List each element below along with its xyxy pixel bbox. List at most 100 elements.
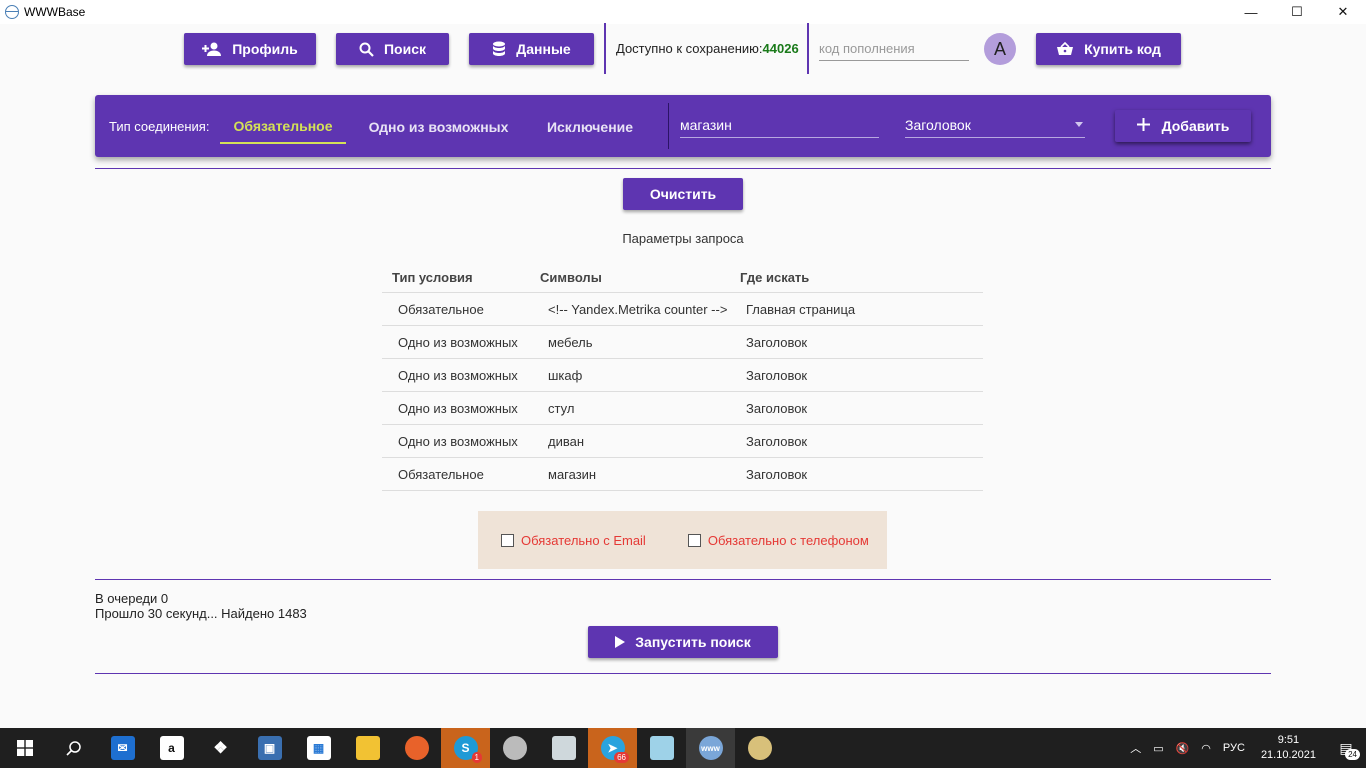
- search-label: Поиск: [383, 41, 426, 57]
- taskbar-telegram[interactable]: ➤ 66: [588, 728, 637, 768]
- cell-condition-type: Одно из возможных: [398, 433, 518, 449]
- saves-label: Доступно к сохранению:: [616, 41, 763, 56]
- cell-symbols: мебель: [548, 334, 593, 350]
- close-button[interactable]: ✕: [1320, 0, 1366, 24]
- cell-symbols: шкаф: [548, 367, 583, 383]
- bar-divider: [668, 103, 669, 149]
- cell-symbols: <!-- Yandex.Metrika counter -->: [548, 301, 728, 317]
- battery-icon[interactable]: ▭: [1147, 742, 1169, 755]
- col-where: Где искать: [740, 269, 810, 285]
- cell-where: Заголовок: [746, 334, 808, 350]
- taskbar-search[interactable]: [49, 728, 98, 768]
- clock-date: 21.10.2021: [1260, 749, 1316, 761]
- table-row[interactable]: Одно из возможных диван Заголовок: [382, 425, 983, 458]
- profile-button[interactable]: Профиль: [184, 33, 316, 65]
- table-row[interactable]: Одно из возможных мебель Заголовок: [382, 326, 983, 359]
- divider-line: [95, 579, 1271, 580]
- taskbar-notes[interactable]: [637, 728, 686, 768]
- taskbar-explorer[interactable]: [343, 728, 392, 768]
- minimize-button[interactable]: —: [1228, 0, 1274, 24]
- table-row[interactable]: Обязательное магазин Заголовок: [382, 458, 983, 491]
- notification-center[interactable]: ▤ 24: [1326, 728, 1366, 768]
- taskbar-mail[interactable]: ✉: [98, 728, 147, 768]
- skype-badge: 1: [471, 752, 482, 763]
- taskbar-skype[interactable]: S 1: [441, 728, 490, 768]
- app-globe-icon: [5, 5, 19, 19]
- computer-icon: ▣: [257, 736, 282, 760]
- require-phone-checkbox[interactable]: Обязательно с телефоном: [687, 532, 869, 548]
- table-header: Тип условия Символы Где искать: [382, 262, 983, 293]
- input-language[interactable]: РУС: [1217, 742, 1251, 754]
- taskbar-amazon[interactable]: a: [147, 728, 196, 768]
- avatar[interactable]: A: [984, 33, 1016, 65]
- tab-exclusion[interactable]: Исключение: [537, 110, 643, 144]
- globe-icon: www: [698, 736, 723, 760]
- taskbar-monitor[interactable]: [539, 728, 588, 768]
- telegram-badge: 66: [614, 752, 629, 763]
- checkbox-box[interactable]: [501, 533, 514, 547]
- add-condition-button[interactable]: Добавить: [1115, 110, 1251, 142]
- windows-logo-icon: [16, 740, 33, 756]
- tab-one-of[interactable]: Одно из возможных: [361, 110, 516, 144]
- cell-condition-type: Одно из возможных: [398, 400, 518, 416]
- toolbar-divider: [807, 23, 809, 74]
- taskbar-pc[interactable]: ▣: [245, 728, 294, 768]
- topup-code-input[interactable]: [819, 36, 969, 61]
- amazon-icon: a: [159, 736, 184, 760]
- cell-where: Заголовок: [746, 367, 808, 383]
- col-condition-type: Тип условия: [392, 269, 473, 285]
- toolbar-divider: [604, 23, 606, 74]
- cell-condition-type: Одно из возможных: [398, 367, 518, 383]
- connection-type-label: Тип соединения:: [109, 119, 210, 134]
- table-row[interactable]: Обязательное <!-- Yandex.Metrika counter…: [382, 293, 983, 326]
- cell-condition-type: Одно из возможных: [398, 334, 518, 350]
- require-email-checkbox[interactable]: Обязательно с Email: [501, 533, 646, 548]
- chevron-up-icon[interactable]: ︿: [1124, 740, 1147, 756]
- table-row[interactable]: Одно из возможных стул Заголовок: [382, 392, 983, 425]
- cell-symbols: стул: [548, 400, 575, 416]
- monitor-icon: [551, 736, 576, 760]
- profile-label: Профиль: [232, 41, 298, 57]
- database-icon: [492, 41, 506, 57]
- taskbar-firefox[interactable]: [392, 728, 441, 768]
- tab-required[interactable]: Обязательное: [220, 110, 346, 144]
- taskbar-store[interactable]: ▦: [294, 728, 343, 768]
- where-select[interactable]: Заголовок: [905, 112, 1085, 138]
- data-button[interactable]: Данные: [469, 33, 594, 65]
- require-email-label: Обязательно с Email: [521, 532, 646, 548]
- dropdown-caret-icon: [1075, 122, 1083, 127]
- taskbar-paint[interactable]: [735, 728, 784, 768]
- condition-bar: Тип соединения: Обязательное Одно из воз…: [95, 95, 1271, 157]
- wifi-icon[interactable]: ◠: [1195, 742, 1217, 755]
- options-panel: Обязательно с Email Обязательно с телефо…: [478, 511, 887, 569]
- taskbar-dropbox[interactable]: ❖: [196, 728, 245, 768]
- disk-icon: [502, 736, 527, 760]
- cell-symbols: магазин: [548, 466, 597, 482]
- maximize-button[interactable]: ☐: [1274, 0, 1320, 24]
- search-icon: [359, 42, 374, 57]
- speaker-muted-icon[interactable]: 🔇: [1170, 742, 1196, 755]
- clock[interactable]: 9:51 21.10.2021: [1251, 733, 1326, 763]
- buy-code-button[interactable]: Купить код: [1036, 33, 1181, 65]
- window-title: WWWBase: [24, 5, 86, 19]
- query-params-table: Тип условия Символы Где искать Обязатель…: [382, 262, 983, 491]
- start-button[interactable]: [0, 728, 49, 768]
- cell-condition-type: Обязательное: [398, 301, 484, 317]
- cell-where: Главная страница: [746, 301, 856, 317]
- require-phone-label: Обязательно с телефоном: [707, 532, 869, 548]
- checkbox-box[interactable]: [687, 533, 701, 547]
- run-search-label: Запустить поиск: [635, 634, 751, 650]
- taskbar-wwwbase[interactable]: www: [686, 728, 735, 768]
- cell-where: Заголовок: [746, 466, 808, 482]
- run-search-button[interactable]: Запустить поиск: [588, 626, 778, 658]
- table-row[interactable]: Одно из возможных шкаф Заголовок: [382, 359, 983, 392]
- symbols-input[interactable]: [680, 112, 879, 138]
- search-button[interactable]: Поиск: [336, 33, 449, 65]
- col-symbols: Символы: [540, 269, 602, 285]
- taskbar-disk[interactable]: [490, 728, 539, 768]
- basket-icon: [1056, 42, 1074, 56]
- saves-available: Доступно к сохранению:44026: [616, 41, 799, 56]
- clear-button[interactable]: Очистить: [623, 178, 743, 210]
- mail-icon: ✉: [110, 736, 135, 760]
- taskbar: ✉ a ❖ ▣ ▦ S 1 ➤ 66 www ︿ ▭ 🔇 ◠ РУС 9:51 …: [0, 728, 1366, 768]
